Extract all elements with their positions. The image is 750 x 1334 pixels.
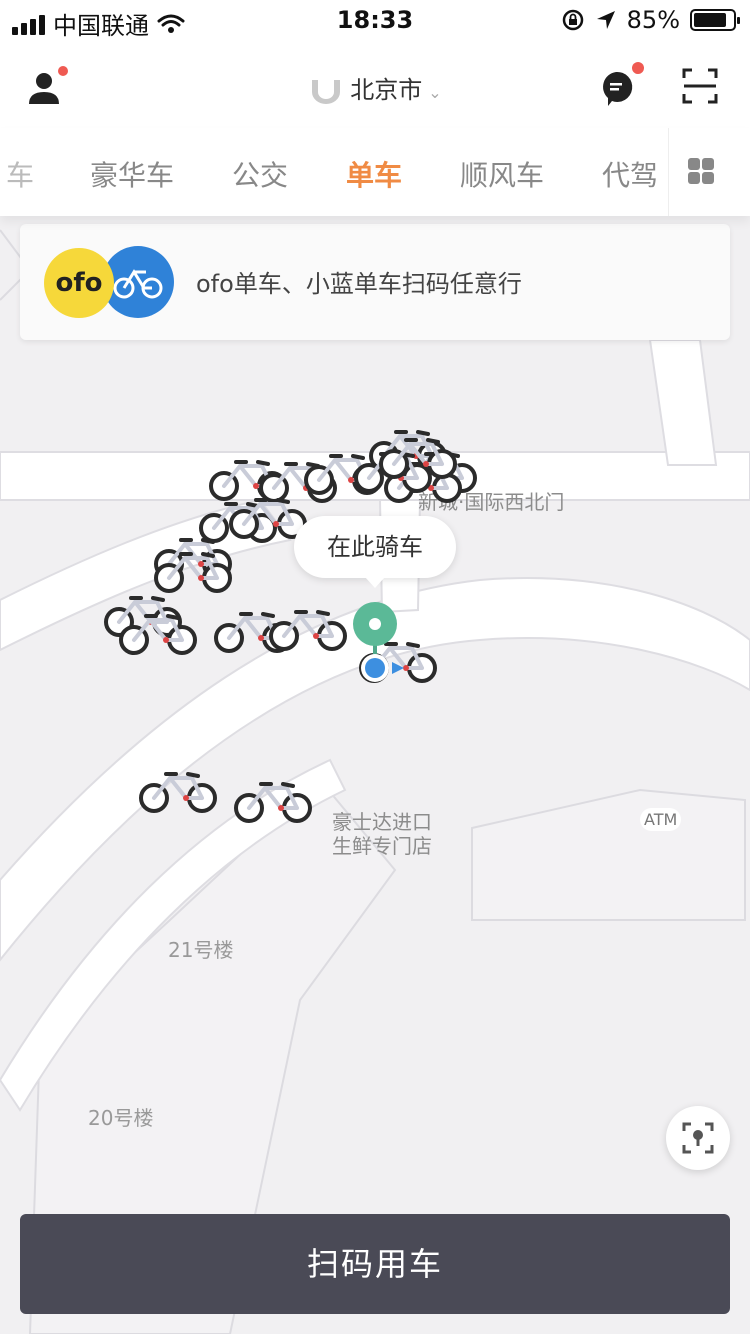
ride-here-callout[interactable]: 在此骑车 xyxy=(294,516,456,588)
rotation-lock-icon xyxy=(562,9,583,31)
ofo-logo: ofo xyxy=(44,248,114,318)
tab-carpool[interactable]: 顺风车 xyxy=(460,154,544,194)
message-notification-dot xyxy=(632,62,644,74)
bike-marker-icon[interactable] xyxy=(234,782,312,823)
tab-luxury-car[interactable]: 豪华车 xyxy=(90,154,174,194)
bike-marker-icon[interactable] xyxy=(359,642,437,683)
city-label: 北京市 xyxy=(350,76,423,104)
status-bar: 中国联通 18:33 85% xyxy=(0,0,750,40)
chat-bubble-icon xyxy=(603,71,633,106)
all-services-grid-icon[interactable] xyxy=(688,158,714,184)
bike-marker-icon[interactable] xyxy=(139,772,217,813)
didi-logo-icon xyxy=(312,80,341,104)
banner-text: ofo单车、小蓝单车扫码任意行 xyxy=(196,270,522,298)
tab-partial-left[interactable]: 车 xyxy=(0,128,34,216)
recenter-button[interactable] xyxy=(666,1106,730,1170)
battery-percent: 85% xyxy=(626,6,680,34)
scan-button-top[interactable] xyxy=(682,68,718,104)
message-button[interactable] xyxy=(598,62,644,108)
tab-designated-driver[interactable]: 代驾 xyxy=(602,154,658,194)
battery-icon xyxy=(690,9,740,31)
service-tabs: 车 豪华车 公交 单车 顺风车 代驾 xyxy=(0,128,750,216)
chevron-down-icon: ⌄ xyxy=(428,83,442,102)
tab-bus[interactable]: 公交 xyxy=(232,154,288,194)
locate-icon xyxy=(682,1122,714,1154)
scan-to-ride-button[interactable]: 扫码用车 xyxy=(20,1214,730,1314)
scan-frame-icon xyxy=(682,68,718,104)
tab-bike[interactable]: 单车 xyxy=(346,154,402,194)
bike-marker-icon[interactable] xyxy=(269,610,347,651)
bike-partners-banner[interactable]: ofo ofo单车、小蓝单车扫码任意行 xyxy=(20,224,730,340)
location-arrow-icon xyxy=(596,11,615,29)
nav-bar: 北京市 ⌄ xyxy=(0,40,750,128)
